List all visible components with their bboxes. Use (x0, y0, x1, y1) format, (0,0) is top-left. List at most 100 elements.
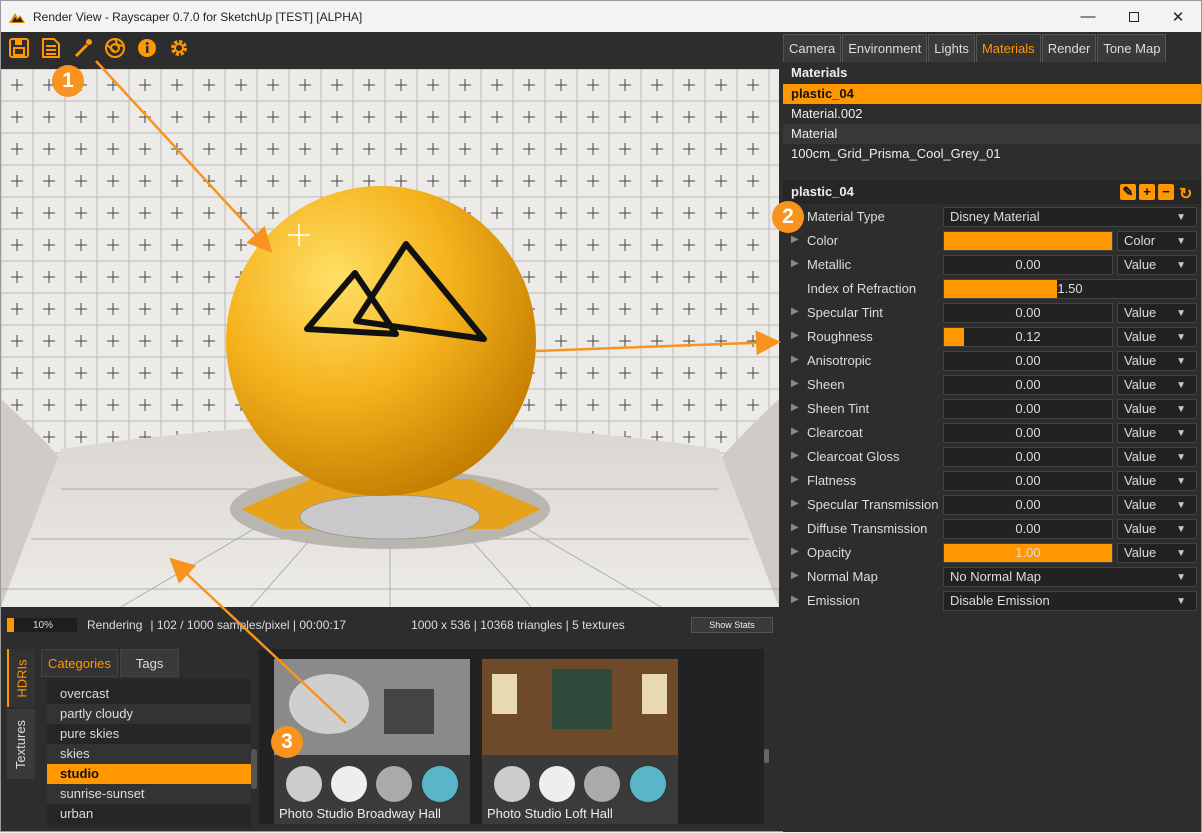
property-value-slider[interactable]: 0.00 (943, 351, 1113, 371)
tab-render[interactable]: Render (1041, 34, 1097, 62)
toolbar (1, 32, 781, 64)
expand-arrow-icon[interactable]: ▶ (791, 570, 799, 581)
category-item[interactable]: skies (47, 744, 251, 764)
property-mode-dropdown[interactable]: Value ▼ (1117, 447, 1197, 467)
expand-arrow-icon[interactable]: ▶ (791, 330, 799, 341)
category-item[interactable]: urban (47, 804, 251, 824)
materials-list: plastic_04 Material.002 Material 100cm_Grid… (783, 84, 1201, 164)
property-mode-dropdown[interactable]: Value ▼ (1117, 495, 1197, 515)
expand-arrow-icon[interactable]: ▶ (791, 474, 799, 485)
normal-map-row: ▶ Normal Map No Normal Map ▼ (783, 566, 1201, 588)
expand-arrow-icon[interactable]: ▶ (791, 258, 799, 269)
material-type-dropdown[interactable]: Disney Material ▼ (943, 207, 1197, 227)
category-item[interactable]: partly cloudy (47, 704, 251, 724)
expand-arrow-icon[interactable]: ▶ (791, 234, 799, 245)
property-row: ▶ Flatness 0.00 Value ▼ (783, 470, 1201, 492)
material-item[interactable]: plastic_04 (783, 84, 1201, 104)
property-mode-dropdown[interactable]: Color ▼ (1117, 231, 1197, 251)
chevron-down-icon: ▼ (1176, 596, 1186, 607)
expand-arrow-icon[interactable]: ▶ (791, 450, 799, 461)
expand-arrow-icon[interactable]: ▶ (791, 426, 799, 437)
property-mode-dropdown[interactable]: Value ▼ (1117, 519, 1197, 539)
hdri-card[interactable]: Photo Studio Loft Hall (482, 659, 678, 824)
property-mode-dropdown[interactable]: Value ▼ (1117, 255, 1197, 275)
category-item[interactable]: studio (47, 764, 251, 784)
category-item[interactable]: sunrise-sunset (47, 784, 251, 804)
hdri-card[interactable]: Photo Studio Broadway Hall (274, 659, 470, 824)
render-state: Rendering (87, 618, 143, 632)
property-mode-dropdown[interactable]: Value ▼ (1117, 303, 1197, 323)
expand-arrow-icon[interactable]: ▶ (791, 402, 799, 413)
property-mode: Color (1124, 233, 1156, 248)
remove-icon[interactable]: − (1158, 184, 1174, 200)
property-value-slider[interactable]: 1.00 (943, 543, 1113, 563)
eyedropper-icon[interactable] (70, 35, 96, 61)
tab-tags[interactable]: Tags (119, 649, 180, 677)
property-value-slider[interactable]: 0.00 (943, 255, 1113, 275)
tab-textures[interactable]: Textures (7, 709, 35, 779)
tab-tone-map[interactable]: Tone Map (1097, 34, 1167, 62)
tab-lights[interactable]: Lights (928, 34, 975, 62)
expand-arrow-icon[interactable]: ▶ (791, 498, 799, 509)
tab-camera[interactable]: Camera (783, 34, 842, 62)
property-mode-dropdown[interactable]: Value ▼ (1117, 543, 1197, 563)
category-item[interactable]: overcast (47, 684, 251, 704)
property-value-slider[interactable]: 0.00 (943, 447, 1113, 467)
property-value-slider[interactable]: 0.00 (943, 423, 1113, 443)
expand-arrow-icon[interactable]: ▶ (791, 522, 799, 533)
property-mode-dropdown[interactable]: Value ▼ (1117, 399, 1197, 419)
material-item[interactable]: Material (783, 124, 1201, 144)
category-item[interactable]: pure skies (47, 724, 251, 744)
property-value-slider[interactable]: 0.00 (943, 471, 1113, 491)
info-icon[interactable] (134, 35, 160, 61)
normal-map-dropdown[interactable]: No Normal Map ▼ (943, 567, 1197, 587)
material-item[interactable]: 100cm_Grid_Prisma_Cool_Grey_01 (783, 144, 1201, 164)
property-mode-dropdown[interactable]: Value ▼ (1117, 471, 1197, 491)
emission-dropdown[interactable]: Disable Emission ▼ (943, 591, 1197, 611)
slider-fill (944, 328, 965, 346)
hdri-scrollbar[interactable] (764, 749, 769, 763)
save-icon[interactable] (6, 35, 32, 61)
tab-materials[interactable]: Materials (975, 34, 1041, 62)
expand-arrow-icon[interactable]: ▶ (791, 594, 799, 605)
property-mode-dropdown[interactable]: Value ▼ (1117, 375, 1197, 395)
property-value-slider[interactable]: 0.00 (943, 495, 1113, 515)
expand-arrow-icon[interactable]: ▶ (791, 354, 799, 365)
show-stats-button[interactable]: Show Stats (691, 617, 773, 633)
property-value-slider[interactable]: 0.00 (943, 303, 1113, 323)
aperture-icon[interactable] (102, 35, 128, 61)
tab-categories[interactable]: Categories (41, 649, 118, 677)
property-value: 0.00 (1015, 449, 1041, 464)
material-item[interactable]: Material.002 (783, 104, 1201, 124)
property-value: 0.00 (1015, 497, 1041, 512)
property-value-slider[interactable]: 0.00 (943, 399, 1113, 419)
chevron-down-icon: ▼ (1176, 212, 1186, 223)
tab-environment[interactable]: Environment (842, 34, 928, 62)
edit-icon[interactable]: ✎ (1120, 184, 1136, 200)
minimize-button[interactable]: — (1065, 1, 1111, 32)
property-mode-dropdown[interactable]: Value ▼ (1117, 327, 1197, 347)
maximize-button[interactable] (1111, 1, 1157, 32)
hdri-thumbnail (274, 659, 470, 824)
property-value-slider[interactable]: 0.00 (943, 375, 1113, 395)
property-label: Opacity (807, 545, 852, 560)
library-tabs: Categories Tags (41, 649, 181, 677)
category-scrollbar[interactable] (251, 749, 257, 789)
add-icon[interactable]: + (1139, 184, 1155, 200)
property-value-slider[interactable]: 1.50 (943, 279, 1197, 299)
notes-icon[interactable] (38, 35, 64, 61)
expand-arrow-icon[interactable]: ▶ (791, 546, 799, 557)
property-value-slider[interactable]: 0.12 (943, 327, 1113, 347)
render-viewport[interactable] (1, 69, 779, 607)
property-value-slider[interactable] (943, 231, 1113, 251)
property-mode: Value (1124, 353, 1157, 368)
expand-arrow-icon[interactable]: ▶ (791, 306, 799, 317)
property-mode-dropdown[interactable]: Value ▼ (1117, 351, 1197, 371)
gear-icon[interactable] (166, 35, 192, 61)
close-button[interactable]: ✕ (1155, 1, 1201, 32)
expand-arrow-icon[interactable]: ▶ (791, 378, 799, 389)
tab-hdris[interactable]: HDRIs (7, 649, 35, 707)
property-mode-dropdown[interactable]: Value ▼ (1117, 423, 1197, 443)
property-value-slider[interactable]: 0.00 (943, 519, 1113, 539)
property-value: 1.50 (1057, 281, 1083, 296)
